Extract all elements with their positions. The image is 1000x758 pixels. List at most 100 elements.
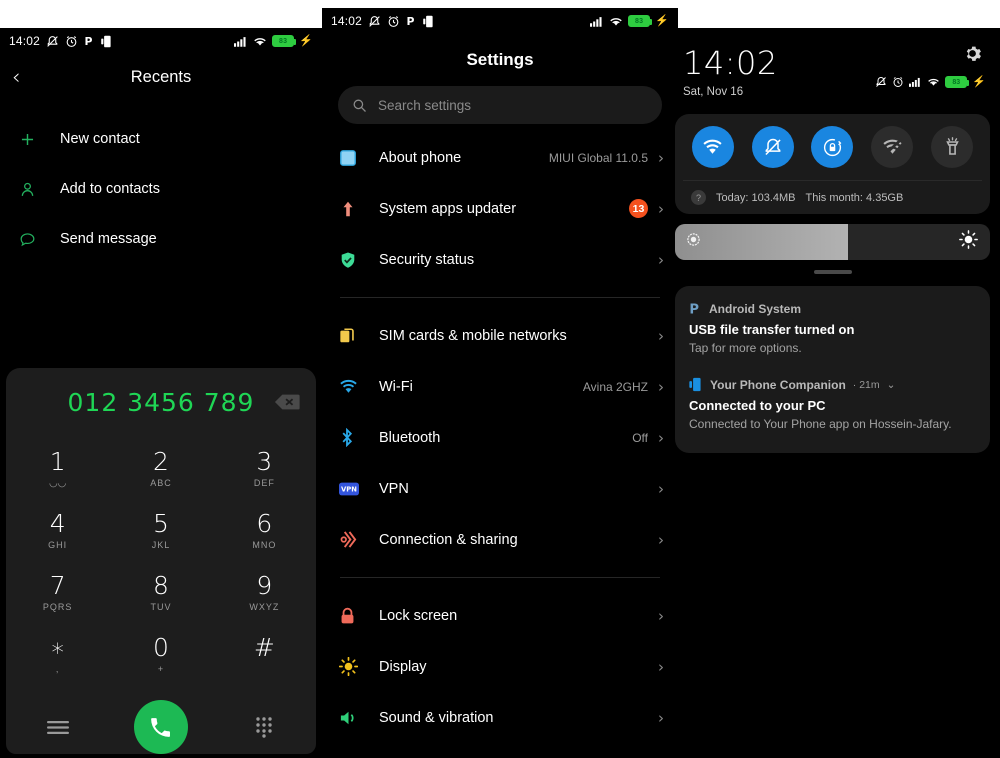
settings-row-lock-screen[interactable]: Lock screen › — [322, 590, 678, 641]
notification-android-system[interactable]: P Android System USB file transfer turne… — [689, 298, 976, 363]
recents-item-label: Send message — [60, 231, 157, 247]
notification-shade-panel: 14:02 Sat, Nov 16 83 ⚡ ? Today: 103.4MB … — [665, 28, 1000, 758]
dialpad-key-2[interactable]: 2 ABC — [109, 438, 212, 500]
recents-item-add-to-contacts[interactable]: Add to contacts — [0, 164, 322, 214]
key-sub: GHI — [48, 539, 68, 550]
settings-row-label: Sound & vibration — [379, 709, 494, 726]
alarm-icon — [387, 15, 400, 28]
silent-icon — [875, 76, 887, 88]
dialpad-keys: 1 ◡◡ 2 ABC 3 DEF 4 GHI 5 JKL 6 MNO 7 PQRS 8 TUV … — [6, 438, 316, 686]
dialpad-key-1[interactable]: 1 ◡◡ — [6, 438, 109, 500]
about-phone-icon — [339, 149, 379, 167]
wifi-icon — [927, 77, 940, 87]
dialpad-sheet: 012 3456 789 1 ◡◡ 2 ABC 3 DEF 4 GHI 5 JKL 6 MN… — [6, 368, 316, 754]
status-bar-left: 14:02 P 83 ⚡ — [0, 28, 322, 54]
wifi-icon — [339, 379, 379, 395]
bluetooth-icon — [339, 428, 379, 447]
settings-row-connection-sharing[interactable]: Connection & sharing › — [322, 514, 678, 565]
settings-row-sound-vibration[interactable]: Sound & vibration › — [322, 692, 678, 743]
dialpad-key-0[interactable]: 0 + — [109, 624, 212, 686]
dialpad-key-9[interactable]: 9 WXYZ — [213, 562, 316, 624]
settings-row-vpn[interactable]: VPN VPN › — [322, 463, 678, 514]
call-button[interactable] — [133, 700, 188, 754]
key-sub: MNO — [252, 539, 277, 550]
brightness-slider[interactable] — [675, 224, 990, 260]
message-icon — [18, 230, 56, 249]
settings-row-sim-cards[interactable]: SIM cards & mobile networks › — [322, 310, 678, 361]
auto-rotate-lock-toggle[interactable] — [811, 126, 854, 168]
dialed-number[interactable]: 012 3456 789 — [68, 388, 255, 417]
dialpad-key-7[interactable]: 7 PQRS — [6, 562, 109, 624]
svg-text:P: P — [406, 15, 414, 28]
settings-row-bluetooth[interactable]: Bluetooth Off › — [322, 412, 678, 463]
notification-your-phone-companion[interactable]: Your Phone Companion · 21m ⌄ Connected t… — [689, 373, 976, 439]
p-app-icon: P — [689, 302, 702, 317]
settings-row-security-status[interactable]: Security status › — [322, 234, 678, 285]
shade-status-icons: 83 ⚡ — [875, 76, 986, 88]
chevron-right-icon: › — [658, 606, 664, 625]
call-button-wrap — [109, 700, 212, 754]
security-shield-icon — [339, 251, 379, 269]
search-input[interactable]: Search settings — [338, 86, 662, 124]
battery-icon: 83 — [628, 15, 653, 27]
shade-drag-handle[interactable] — [813, 270, 852, 274]
dialpad-key-star[interactable]: ∗, — [6, 624, 109, 686]
brightness-high-icon — [959, 230, 978, 254]
dialpad-key-hash[interactable]: # — [213, 624, 316, 686]
back-button[interactable]: ‹ — [12, 65, 20, 89]
chevron-right-icon: › — [658, 428, 664, 447]
silent-toggle[interactable] — [751, 126, 794, 168]
dialed-number-row: 012 3456 789 — [6, 374, 316, 430]
notification-header: Your Phone Companion · 21m ⌄ — [689, 377, 976, 392]
backspace-icon[interactable] — [274, 394, 300, 411]
notification-app-name: Android System — [709, 302, 802, 316]
settings-row-label: Wi-Fi — [379, 378, 413, 395]
notification-text: Connected to Your Phone app on Hossein-J… — [689, 417, 952, 431]
key-sub: , — [55, 663, 60, 674]
phone-link-icon — [423, 15, 435, 28]
status-bar-left-icons: 14:02 P — [331, 14, 435, 28]
menu-icon[interactable] — [6, 720, 109, 735]
quick-settings-card: ? Today: 103.4MB This month: 4.35GB — [675, 114, 990, 214]
settings-row-value: Off — [632, 430, 648, 445]
notification-header: P Android System — [689, 302, 976, 317]
gear-icon[interactable] — [963, 44, 982, 68]
data-usage-row[interactable]: ? Today: 103.4MB This month: 4.35GB — [683, 180, 982, 214]
dialpad-key-6[interactable]: 6 MNO — [213, 500, 316, 562]
settings-row-wifi[interactable]: Wi-Fi Avina 2GHZ › — [322, 361, 678, 412]
hotspot-toggle[interactable] — [871, 126, 914, 168]
dialpad-key-3[interactable]: 3 DEF — [213, 438, 316, 500]
recents-item-send-message[interactable]: Send message — [0, 214, 322, 264]
dialpad-action-row — [6, 688, 316, 758]
recents-item-new-contact[interactable]: New contact — [0, 114, 322, 164]
signal-icon — [590, 16, 604, 27]
display-icon — [339, 657, 379, 676]
chevron-down-icon[interactable]: ⌄ — [887, 379, 896, 391]
wifi-icon — [609, 16, 623, 27]
page-title: Settings — [466, 50, 534, 69]
p-app-icon: P — [84, 35, 95, 48]
dialpad-key-4[interactable]: 4 GHI — [6, 500, 109, 562]
settings-row-system-apps-updater[interactable]: System apps updater 13 › — [322, 183, 678, 234]
divider — [340, 297, 660, 298]
flashlight-toggle[interactable] — [931, 126, 974, 168]
person-icon — [18, 180, 56, 199]
chevron-right-icon: › — [658, 708, 664, 727]
screenshot-stage: 14:02 P 83 ⚡ ‹ Recents New contact Add t… — [0, 0, 1000, 758]
chevron-right-icon: › — [658, 199, 664, 218]
wifi-toggle[interactable] — [691, 126, 734, 168]
dialpad-key-8[interactable]: 8 TUV — [109, 562, 212, 624]
status-bar-mid: 14:02 P 83 ⚡ — [322, 8, 678, 34]
alarm-icon — [892, 76, 904, 88]
svg-text:P: P — [689, 302, 699, 316]
key-digit: # — [253, 633, 275, 663]
chevron-right-icon: › — [658, 657, 664, 676]
status-badge: 13 — [629, 199, 648, 218]
alarm-icon — [65, 35, 78, 48]
keypad-icon[interactable] — [213, 716, 316, 738]
key-sub: TUV — [150, 601, 172, 612]
settings-row-about-phone[interactable]: About phone MIUI Global 11.0.5 › — [322, 132, 678, 183]
settings-row-display[interactable]: Display › — [322, 641, 678, 692]
dialpad-key-5[interactable]: 5 JKL — [109, 500, 212, 562]
help-icon: ? — [691, 190, 706, 205]
